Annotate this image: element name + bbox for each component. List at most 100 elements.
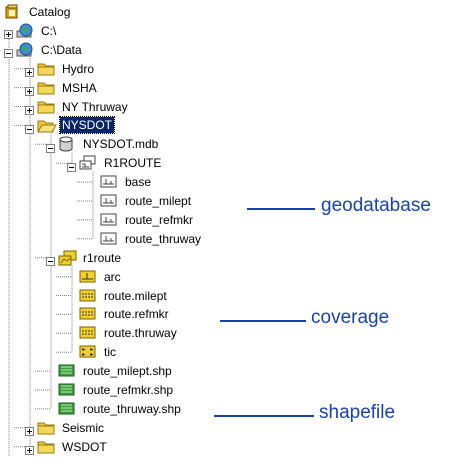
collapse-icon[interactable] xyxy=(4,45,13,59)
geodatabase-pointer-line xyxy=(247,208,315,210)
tree-item-label: route.thruway xyxy=(104,326,177,341)
feature-class-icon xyxy=(100,174,120,190)
tree-item-cov-thruway[interactable]: route.thruway xyxy=(67,323,179,343)
toggle-spacer xyxy=(88,234,97,243)
tree-item-c-data[interactable]: C:\Data xyxy=(4,40,84,60)
expand-icon[interactable] xyxy=(25,64,34,78)
tree-item-wsdot[interactable]: WSDOT xyxy=(25,437,109,457)
toggle-spacer xyxy=(67,272,76,281)
tree-item-label: C:\Data xyxy=(41,42,82,57)
tree-item-r1route-ds[interactable]: R1ROUTE xyxy=(67,153,163,173)
geodatabase-annotation: geodatabase xyxy=(321,195,431,216)
tree-item-label: NYSDOT.mdb xyxy=(83,137,159,152)
catalog-tree: Catalog C:\ C:\Data Hydro MSHA NY Thruway NYSD… xyxy=(0,0,474,464)
shapefile-icon xyxy=(58,382,78,398)
tree-item-catalog[interactable]: Catalog xyxy=(4,2,72,22)
folder-icon xyxy=(37,80,57,96)
tree-item-label: Hydro xyxy=(62,61,95,76)
toggle-spacer xyxy=(88,197,97,206)
tree-item-fc-thruway[interactable]: route_thruway xyxy=(88,229,203,249)
tree-item-cov-tic[interactable]: tic xyxy=(67,342,118,362)
collapse-icon[interactable] xyxy=(46,253,55,267)
tree-item-label: R1ROUTE xyxy=(104,156,162,171)
tree-item-shp-thruway[interactable]: route_thruway.shp xyxy=(46,399,183,419)
folder-icon xyxy=(37,99,57,115)
coverage-annotation: coverage xyxy=(311,307,390,328)
toggle-spacer xyxy=(67,348,76,357)
folder-icon xyxy=(37,420,57,436)
tree-item-label: route.refmkr xyxy=(104,307,169,322)
folder-icon xyxy=(37,439,57,455)
coverage-route-icon xyxy=(79,306,99,322)
tree-item-seismic[interactable]: Seismic xyxy=(25,418,106,438)
tree-item-shp-milept[interactable]: route_milept.shp xyxy=(46,361,174,381)
expand-icon[interactable] xyxy=(25,83,34,97)
tree-item-label: route_milept xyxy=(125,194,192,208)
tree-item-shp-refmkr[interactable]: route_refmkr.shp xyxy=(46,380,175,400)
toggle-spacer xyxy=(67,291,76,300)
tree-item-label: Catalog xyxy=(29,5,71,19)
tree-item-label: base xyxy=(125,175,152,190)
toggle-spacer xyxy=(46,386,55,395)
collapse-icon[interactable] xyxy=(25,121,34,134)
open-folder-icon xyxy=(37,117,57,133)
tree-item-fc-refmkr[interactable]: route_refmkr xyxy=(88,210,195,230)
feature-dataset-icon xyxy=(79,155,99,171)
tree-item-label: route_refmkr.shp xyxy=(83,383,174,397)
tree-item-nysdot-mdb[interactable]: NYSDOT.mdb xyxy=(46,134,160,154)
coverage-pointer-line xyxy=(220,320,306,322)
tree-item-label: route_refmkr xyxy=(125,212,194,227)
tree-item-label: Seismic xyxy=(62,420,105,435)
collapse-icon[interactable] xyxy=(67,159,76,172)
tree-item-label: route_milept.shp xyxy=(83,364,172,379)
tree-item-c-root[interactable]: C:\ xyxy=(4,21,58,41)
shapefile-annotation: shapefile xyxy=(319,402,396,423)
tree-item-label: C:\ xyxy=(41,23,57,38)
toggle-spacer xyxy=(46,404,55,413)
tree-item-label: arc xyxy=(104,269,121,284)
tree-item-msha[interactable]: MSHA xyxy=(25,78,99,98)
tree-item-cov-arc[interactable]: arc xyxy=(67,267,123,287)
collapse-icon[interactable] xyxy=(46,140,55,153)
toggle-spacer xyxy=(46,367,55,376)
tree-item-r1route-cov[interactable]: r1route xyxy=(46,248,123,268)
feature-class-icon xyxy=(100,231,120,247)
expand-icon[interactable] xyxy=(25,102,34,115)
expand-icon[interactable] xyxy=(25,442,34,456)
tree-item-cov-refmkr[interactable]: route.refmkr xyxy=(67,304,171,324)
toggle-spacer xyxy=(67,310,76,319)
feature-class-icon xyxy=(100,212,120,228)
toggle-spacer xyxy=(88,215,97,224)
catalog-icon xyxy=(4,4,24,20)
tree-item-label: MSHA xyxy=(62,80,97,95)
tree-item-label: route_thruway.shp xyxy=(83,401,181,416)
tree-item-label: route.milept xyxy=(104,288,167,303)
tree-item-label: tic xyxy=(104,345,116,360)
tree-item-label: NYSDOT xyxy=(58,116,116,135)
database-icon xyxy=(58,136,78,152)
tree-item-fc-base[interactable]: base xyxy=(88,172,153,192)
tree-item-fc-milept[interactable]: route_milept xyxy=(88,191,193,211)
coverage-route-icon xyxy=(79,288,99,304)
expand-icon[interactable] xyxy=(4,26,13,40)
shapefile-icon xyxy=(58,363,78,379)
drive-globe-icon xyxy=(16,23,36,39)
tree-item-nysdot[interactable]: NYSDOT xyxy=(25,115,116,135)
tree-item-label: NY Thruway xyxy=(62,99,128,114)
tree-item-cov-milept[interactable]: route.milept xyxy=(67,286,169,306)
coverage-tic-icon xyxy=(79,344,99,360)
toggle-spacer xyxy=(67,329,76,338)
tree-item-hydro[interactable]: Hydro xyxy=(25,59,96,79)
tree-item-label: WSDOT xyxy=(62,439,107,454)
tree-item-ny-thruway[interactable]: NY Thruway xyxy=(25,97,130,117)
feature-class-icon xyxy=(100,193,120,209)
expand-icon[interactable] xyxy=(25,423,34,437)
tree-item-label: route_thruway xyxy=(125,231,202,246)
coverage-route-icon xyxy=(79,325,99,341)
folder-icon xyxy=(37,61,57,77)
shapefile-pointer-line xyxy=(214,415,314,417)
drive-globe-icon xyxy=(16,42,36,58)
shapefile-icon xyxy=(58,401,78,417)
coverage-icon xyxy=(58,250,78,266)
coverage-arc-icon xyxy=(79,269,99,285)
